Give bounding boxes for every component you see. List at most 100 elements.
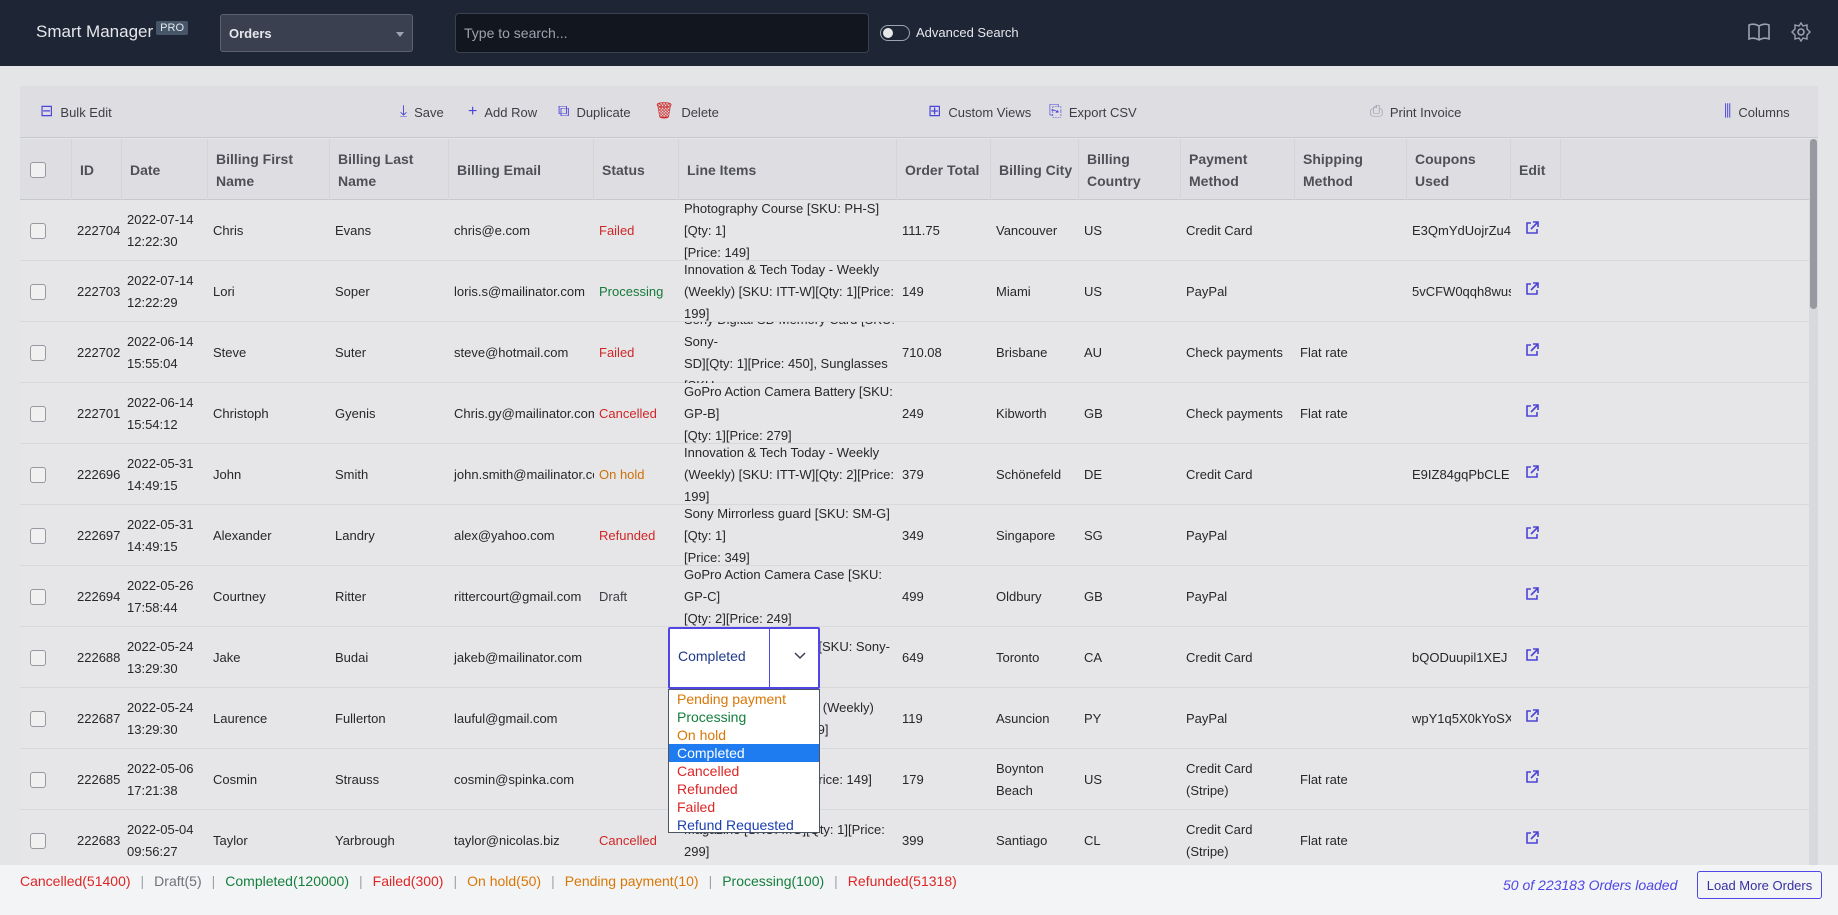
col-status[interactable]: Status — [594, 139, 679, 200]
cell-id[interactable]: 222694 — [72, 566, 122, 627]
cell-email[interactable]: john.smith@mailinator.com — [449, 444, 594, 505]
cell-id[interactable]: 222688 — [72, 627, 122, 688]
external-link-icon[interactable] — [1525, 708, 1539, 730]
advanced-search-toggle[interactable] — [880, 25, 910, 41]
cell-date[interactable]: 2022-05-04 09:56:27 — [122, 810, 208, 865]
cell-order-total[interactable]: 349 — [897, 505, 991, 566]
cell-date[interactable]: 2022-07-14 12:22:29 — [122, 261, 208, 322]
cell-line-items[interactable]: Sony Digital SD Memory Card [SKU: Sony- S… — [679, 322, 897, 383]
cell-date[interactable]: 2022-05-24 13:29:30 — [122, 627, 208, 688]
cell-order-total[interactable]: 399 — [897, 810, 991, 865]
cell-billing-country[interactable]: CL — [1079, 810, 1181, 865]
scrollbar-thumb[interactable] — [1810, 139, 1817, 309]
cell-billing-city[interactable]: Asuncion — [991, 688, 1079, 749]
cell-billing-city[interactable]: Singapore — [991, 505, 1079, 566]
cell-order-total[interactable]: 179 — [897, 749, 991, 810]
add-row-button[interactable]: + Add Row — [468, 86, 537, 138]
external-link-icon[interactable] — [1525, 403, 1539, 425]
cell-email[interactable]: jakeb@mailinator.com — [449, 627, 594, 688]
table-row[interactable]: 222701 2022-06-14 15:54:12 Christoph Gyenis C… — [20, 383, 1809, 444]
cell-last-name[interactable]: Landry — [330, 505, 449, 566]
external-link-icon[interactable] — [1525, 281, 1539, 303]
col-order-total[interactable]: Order Total — [897, 139, 991, 200]
cell-last-name[interactable]: Strauss — [330, 749, 449, 810]
cell-status[interactable] — [594, 627, 679, 688]
load-more-button[interactable]: Load More Orders — [1697, 871, 1822, 899]
cell-first-name[interactable]: Laurence — [208, 688, 330, 749]
cell-shipping-method[interactable]: Flat rate — [1295, 322, 1407, 383]
cell-first-name[interactable]: Courtney — [208, 566, 330, 627]
vertical-scrollbar[interactable] — [1809, 139, 1818, 865]
cell-last-name[interactable]: Suter — [330, 322, 449, 383]
cell-last-name[interactable]: Yarbrough — [330, 810, 449, 865]
cell-shipping-method[interactable] — [1295, 200, 1407, 261]
cell-email[interactable]: steve@hotmail.com — [449, 322, 594, 383]
cell-billing-country[interactable]: US — [1079, 200, 1181, 261]
bulk-edit-button[interactable]: ⊟ Bulk Edit — [40, 86, 112, 138]
cell-coupons-used[interactable] — [1407, 749, 1511, 810]
cell-first-name[interactable]: Taylor — [208, 810, 330, 865]
external-link-icon[interactable] — [1525, 525, 1539, 547]
cell-email[interactable]: rittercourt@gmail.com — [449, 566, 594, 627]
cell-payment-method[interactable]: Credit Card (Stripe) — [1181, 749, 1295, 810]
cell-id[interactable]: 222701 — [72, 383, 122, 444]
col-coupons-used[interactable]: Coupons Used — [1407, 139, 1511, 200]
cell-coupons-used[interactable]: bQODuupil1XEJ — [1407, 627, 1511, 688]
cell-billing-city[interactable]: Toronto — [991, 627, 1079, 688]
cell-id[interactable]: 222696 — [72, 444, 122, 505]
print-invoice-button[interactable]: ⎙ Print Invoice — [1370, 86, 1461, 138]
cell-coupons-used[interactable] — [1407, 322, 1511, 383]
cell-payment-method[interactable]: Credit Card — [1181, 200, 1295, 261]
cell-order-total[interactable]: 119 — [897, 688, 991, 749]
cell-coupons-used[interactable]: wpY1q5X0kYoSX — [1407, 688, 1511, 749]
chevron-down-icon[interactable] — [794, 647, 806, 663]
cell-last-name[interactable]: Evans — [330, 200, 449, 261]
cell-order-total[interactable]: 710.08 — [897, 322, 991, 383]
legend-status-count[interactable]: On hold(50) — [467, 873, 541, 889]
cell-first-name[interactable]: Cosmin — [208, 749, 330, 810]
cell-coupons-used[interactable] — [1407, 810, 1511, 865]
cell-shipping-method[interactable] — [1295, 261, 1407, 322]
cell-payment-method[interactable]: PayPal — [1181, 566, 1295, 627]
status-option[interactable]: Failed — [669, 798, 819, 816]
cell-id[interactable]: 222702 — [72, 322, 122, 383]
table-row[interactable]: 222703 2022-07-14 12:22:29 Lori Soper loris.s… — [20, 261, 1809, 322]
table-row[interactable]: 222687 2022-05-24 13:29:30 Laurence Fullerto… — [20, 688, 1809, 749]
cell-first-name[interactable]: Lori — [208, 261, 330, 322]
col-payment-method[interactable]: Payment Method — [1181, 139, 1295, 200]
cell-email[interactable]: cosmin@spinka.com — [449, 749, 594, 810]
row-checkbox[interactable] — [30, 527, 46, 544]
cell-id[interactable]: 222683 — [72, 810, 122, 865]
delete-button[interactable]: 🗑 Delete — [654, 86, 719, 138]
cell-id[interactable]: 222685 — [72, 749, 122, 810]
external-link-icon[interactable] — [1525, 769, 1539, 791]
cell-coupons-used[interactable] — [1407, 566, 1511, 627]
cell-billing-city[interactable]: Schönefeld — [991, 444, 1079, 505]
cell-last-name[interactable]: Fullerton — [330, 688, 449, 749]
cell-order-total[interactable]: 499 — [897, 566, 991, 627]
cell-shipping-method[interactable] — [1295, 505, 1407, 566]
custom-views-button[interactable]: ⊞ Custom Views — [928, 86, 1031, 138]
cell-line-items[interactable]: GoPro Action Camera Battery [SKU: GP-B] [… — [679, 383, 897, 444]
col-billing-email[interactable]: Billing Email — [449, 139, 594, 200]
legend-status-count[interactable]: Draft(5) — [154, 873, 201, 889]
cell-billing-country[interactable]: DE — [1079, 444, 1181, 505]
external-link-icon[interactable] — [1525, 647, 1539, 669]
cell-line-items[interactable]: Sony Mirrorless guard [SKU: SM-G][Qty: 1… — [679, 505, 897, 566]
cell-shipping-method[interactable]: Flat rate — [1295, 383, 1407, 444]
export-csv-button[interactable]: ⎘ Export CSV — [1049, 86, 1137, 138]
cell-date[interactable]: 2022-05-26 17:58:44 — [122, 566, 208, 627]
cell-date[interactable]: 2022-06-14 15:55:04 — [122, 322, 208, 383]
status-select-editor[interactable]: Completed — [668, 627, 820, 689]
cell-order-total[interactable]: 379 — [897, 444, 991, 505]
cell-status[interactable]: Failed — [594, 322, 679, 383]
status-option[interactable]: Pending payment — [669, 690, 819, 708]
cell-status[interactable]: Cancelled — [594, 810, 679, 865]
cell-email[interactable]: taylor@nicolas.biz — [449, 810, 594, 865]
cell-order-total[interactable]: 111.75 — [897, 200, 991, 261]
col-billing-last-name[interactable]: Billing Last Name — [330, 139, 449, 200]
cell-billing-country[interactable]: AU — [1079, 322, 1181, 383]
cell-shipping-method[interactable] — [1295, 444, 1407, 505]
cell-last-name[interactable]: Soper — [330, 261, 449, 322]
cell-status[interactable] — [594, 688, 679, 749]
